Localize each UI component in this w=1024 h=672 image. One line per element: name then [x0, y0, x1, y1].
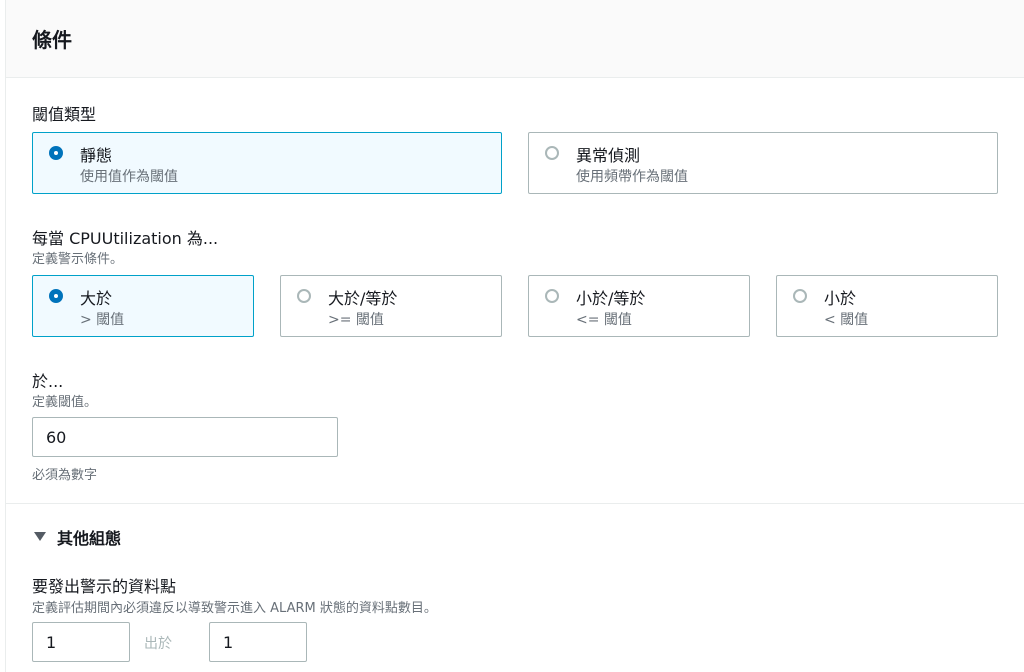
radio-unchecked-icon[interactable]	[793, 289, 807, 303]
option-subtitle: < 閾值	[824, 312, 869, 328]
condition-less-option[interactable]: 小於 < 閾值	[776, 275, 998, 337]
datapoints-description: 定義評估期間內必須違反以導致警示進入 ALARM 狀態的資料點數目。	[32, 601, 437, 616]
option-subtitle: >= 閾值	[328, 312, 384, 328]
option-title: 小於/等於	[576, 289, 646, 308]
threshold-type-anomaly-option[interactable]: 異常偵測 使用頻帶作為閾值	[528, 132, 998, 194]
condition-description: 定義警示條件。	[32, 252, 124, 267]
condition-greater-equal-option[interactable]: 大於/等於 >= 閾值	[280, 275, 502, 337]
threshold-value-label: 於...	[32, 372, 64, 391]
datapoints-input[interactable]: 1	[32, 622, 130, 662]
threshold-type-static-option[interactable]: 靜態 使用值作為閾值	[32, 132, 502, 194]
option-subtitle: 使用頻帶作為閾值	[576, 169, 688, 185]
additional-config-label: 其他組態	[57, 529, 122, 548]
caret-down-icon	[34, 532, 46, 541]
threshold-value-input[interactable]: 60	[32, 417, 338, 457]
evaluation-period-input[interactable]: 1	[209, 622, 307, 662]
threshold-type-label: 閾值類型	[32, 105, 97, 124]
condition-less-equal-option[interactable]: 小於/等於 <= 閾值	[528, 275, 750, 337]
condition-label: 每當 CPUUtilization 為...	[32, 229, 219, 248]
radio-unchecked-icon[interactable]	[297, 289, 311, 303]
out-of-label: 出於	[144, 636, 172, 652]
option-subtitle: <= 閾值	[576, 312, 632, 328]
option-subtitle: > 閾值	[80, 312, 125, 328]
conditions-panel: 條件 閾值類型 靜態 使用值作為閾值 異常偵測 使用頻帶作為閾值 每當 CPUU…	[5, 0, 1024, 672]
radio-unchecked-icon[interactable]	[545, 146, 559, 160]
panel-header: 條件	[6, 0, 1024, 78]
option-subtitle: 使用值作為閾值	[80, 169, 178, 185]
threshold-value-description: 定義閾值。	[32, 395, 98, 410]
threshold-value-hint: 必須為數字	[32, 468, 98, 483]
section-divider	[6, 503, 1024, 504]
radio-checked-icon[interactable]	[49, 146, 63, 160]
option-title: 異常偵測	[576, 146, 641, 165]
datapoints-label: 要發出警示的資料點	[32, 577, 177, 596]
option-title: 大於/等於	[328, 289, 398, 308]
radio-checked-icon[interactable]	[49, 289, 63, 303]
additional-config-toggle[interactable]: 其他組態	[32, 524, 232, 548]
option-title: 靜態	[80, 146, 113, 165]
radio-unchecked-icon[interactable]	[545, 289, 559, 303]
option-title: 小於	[824, 289, 857, 308]
panel-title: 條件	[32, 28, 72, 52]
option-title: 大於	[80, 289, 113, 308]
condition-greater-option[interactable]: 大於 > 閾值	[32, 275, 254, 337]
